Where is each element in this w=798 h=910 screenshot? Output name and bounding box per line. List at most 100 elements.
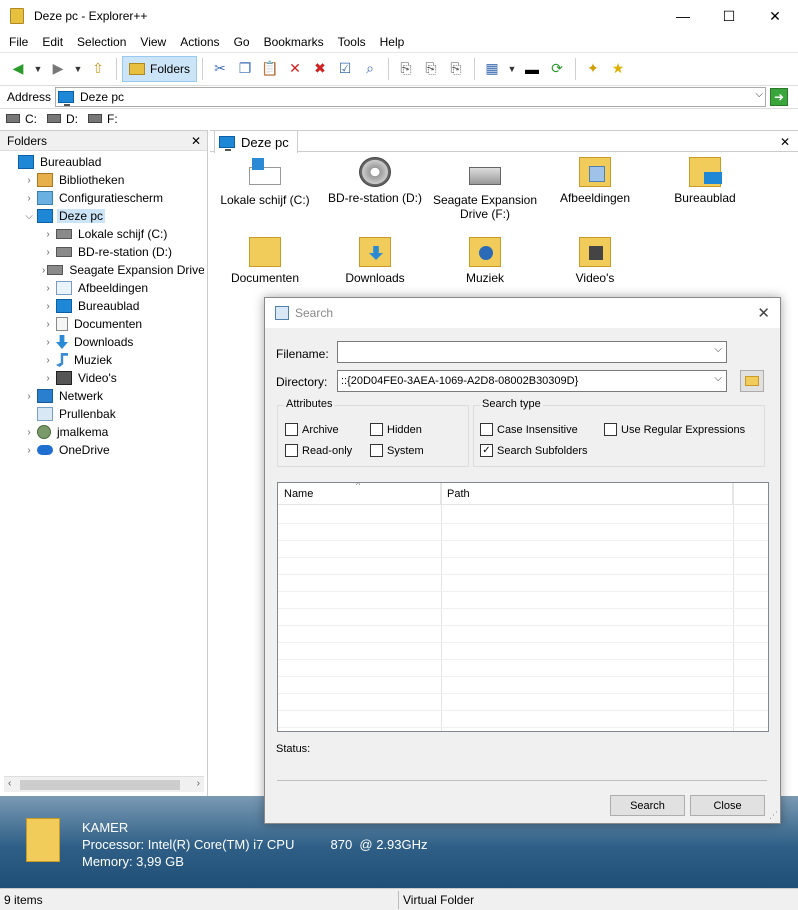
chevron-right-icon[interactable]: › (42, 265, 45, 276)
back-icon[interactable]: ◀ (6, 57, 30, 81)
tree-item[interactable]: › Downloads (4, 333, 204, 351)
chevron-down-icon[interactable]: ⌵ (714, 344, 722, 355)
chevron-down-icon[interactable]: ⌵ (755, 89, 763, 100)
file-item[interactable]: Seagate Expansion Drive (F:) (430, 157, 540, 221)
views-icon[interactable]: ▦ (480, 57, 504, 81)
chevron-right-icon[interactable]: › (23, 391, 35, 402)
tree-item[interactable]: › jmalkema (4, 423, 204, 441)
menu-bookmarks[interactable]: Bookmarks (257, 35, 331, 49)
chevron-right-icon[interactable]: › (42, 373, 54, 384)
chevron-right-icon[interactable]: › (42, 337, 54, 348)
bookmarks-icon[interactable]: ★ (606, 57, 630, 81)
menu-help[interactable]: Help (373, 35, 412, 49)
paste-icon[interactable]: 📋 (258, 57, 282, 81)
go-arrow-icon[interactable]: ➜ (770, 88, 788, 106)
column-path[interactable]: Path (441, 483, 733, 505)
chevron-right-icon[interactable]: › (42, 355, 54, 366)
search-button[interactable]: Search (610, 795, 685, 816)
maximize-button[interactable]: ☐ (706, 0, 752, 32)
scroll-left-icon[interactable]: ‹ (8, 778, 11, 789)
menu-edit[interactable]: Edit (35, 35, 70, 49)
drive-button-f[interactable]: F: (88, 112, 118, 126)
file-item[interactable]: Muziek (430, 237, 540, 285)
chevron-right-icon[interactable]: › (42, 247, 54, 258)
delete-icon[interactable]: ✕ (283, 57, 307, 81)
chevron-right-icon[interactable]: › (42, 229, 54, 240)
chevron-right-icon[interactable]: › (23, 175, 35, 186)
horizontal-scrollbar[interactable]: ‹ › (4, 776, 204, 792)
chevron-right-icon[interactable]: › (42, 301, 54, 312)
close-button[interactable]: ✕ (752, 0, 798, 32)
file-item[interactable]: Bureaublad (650, 157, 760, 205)
scrollbar-thumb[interactable] (20, 780, 180, 790)
close-icon[interactable]: ✕ (757, 304, 770, 322)
tree-item[interactable]: › Bibliotheken (4, 171, 204, 189)
search-subfolders-checkbox[interactable]: ✓ Search Subfolders (480, 444, 588, 457)
hidden-checkbox[interactable]: Hidden (370, 423, 422, 436)
filename-combo[interactable]: ⌵ (337, 341, 727, 363)
tree-item[interactable]: › OneDrive (4, 441, 204, 459)
search-icon[interactable]: ⌕ (358, 57, 382, 81)
case-insensitive-checkbox[interactable]: Case Insensitive (480, 423, 578, 436)
tree-item[interactable]: ⌵ Deze pc (4, 207, 204, 225)
close-tab-icon[interactable]: ✕ (780, 135, 790, 149)
menu-tools[interactable]: Tools (331, 35, 373, 49)
regex-checkbox[interactable]: Use Regular Expressions (604, 423, 745, 436)
copy-to-icon[interactable]: ⎘ (394, 57, 418, 81)
new-folder-icon[interactable]: ⎘ (444, 57, 468, 81)
file-item[interactable]: Lokale schijf (C:) (210, 157, 320, 207)
system-checkbox[interactable]: System (370, 444, 424, 457)
tree-item[interactable]: › Configuratiescherm (4, 189, 204, 207)
readonly-checkbox[interactable]: Read-only (285, 444, 352, 457)
drive-button-d[interactable]: D: (47, 112, 78, 126)
file-item[interactable]: Documenten (210, 237, 320, 285)
copy-icon[interactable]: ❐ (233, 57, 257, 81)
chevron-right-icon[interactable]: › (23, 427, 35, 438)
file-item[interactable]: BD-re-station (D:) (320, 157, 430, 205)
browse-directory-button[interactable] (740, 370, 764, 392)
forward-icon[interactable]: ▶ (46, 57, 70, 81)
results-list[interactable]: Name ^ Path (277, 482, 769, 732)
resize-grip-icon[interactable]: ⋰ (769, 810, 778, 821)
menu-actions[interactable]: Actions (173, 35, 226, 49)
chevron-right-icon[interactable]: › (23, 445, 35, 456)
chevron-down-icon[interactable]: ⌵ (714, 373, 722, 384)
drive-button-c[interactable]: C: (6, 112, 37, 126)
file-item[interactable]: Afbeeldingen (540, 157, 650, 205)
chevron-right-icon[interactable]: › (23, 193, 35, 204)
menu-view[interactable]: View (133, 35, 173, 49)
tab-deze-pc[interactable]: Deze pc (214, 131, 298, 153)
delete-permanently-icon[interactable]: ✖ (308, 57, 332, 81)
refresh-icon[interactable]: ⟳ (545, 57, 569, 81)
menu-go[interactable]: Go (227, 35, 257, 49)
menu-file[interactable]: File (2, 35, 35, 49)
address-input[interactable]: Deze pc ⌵ (55, 87, 766, 107)
move-to-icon[interactable]: ⎘ (419, 57, 443, 81)
properties-icon[interactable]: ☑ (333, 57, 357, 81)
close-pane-icon[interactable]: ✕ (191, 134, 201, 148)
tree-item[interactable]: › Documenten (4, 315, 204, 333)
archive-checkbox[interactable]: Archive (285, 423, 339, 436)
command-prompt-icon[interactable]: ▬ (520, 57, 544, 81)
tree-item[interactable]: › Bureaublad (4, 297, 204, 315)
chevron-right-icon[interactable]: › (42, 283, 54, 294)
tree-item[interactable]: Prullenbak (4, 405, 204, 423)
tree-item[interactable]: › Seagate Expansion Drive (F:) (4, 261, 204, 279)
tree-item[interactable]: Bureaublad (4, 153, 204, 171)
menu-selection[interactable]: Selection (70, 35, 133, 49)
forward-dropdown-icon[interactable]: ▼ (71, 57, 85, 81)
tree-item[interactable]: › Muziek (4, 351, 204, 369)
back-dropdown-icon[interactable]: ▼ (31, 57, 45, 81)
minimize-button[interactable]: — (660, 0, 706, 32)
up-folder-icon[interactable]: ⇧ (86, 57, 110, 81)
tree-item[interactable]: › Video's (4, 369, 204, 387)
tree-item[interactable]: › BD-re-station (D:) (4, 243, 204, 261)
tree-item[interactable]: › Afbeeldingen (4, 279, 204, 297)
chevron-right-icon[interactable]: › (42, 319, 54, 330)
tree-item[interactable]: › Netwerk (4, 387, 204, 405)
views-dropdown-icon[interactable]: ▼ (505, 57, 519, 81)
scroll-right-icon[interactable]: › (197, 778, 200, 789)
directory-combo[interactable]: ::{20D04FE0-3AEA-1069-A2D8-08002B30309D}… (337, 370, 727, 392)
tree-item[interactable]: › Lokale schijf (C:) (4, 225, 204, 243)
add-bookmark-icon[interactable]: ✦ (581, 57, 605, 81)
